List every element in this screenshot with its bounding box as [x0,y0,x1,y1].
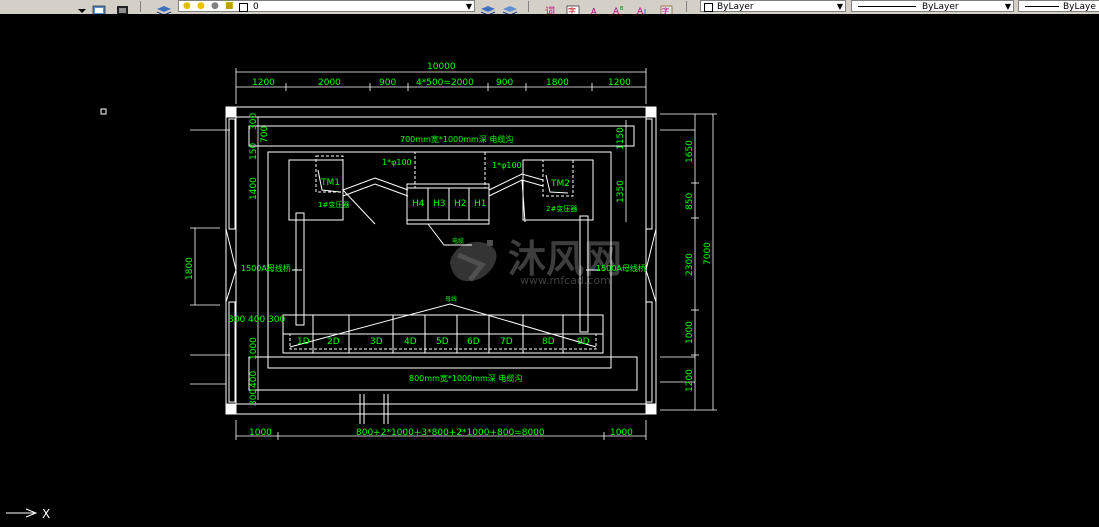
cable-right-label: 1*φ100 [492,161,522,170]
layer-states-icon[interactable] [116,1,128,15]
dim-left-300-400-300: 300 400 300 [228,315,286,325]
properties-toolbar: ● ● ● ■ 0 ▼ 词 字 A AB AI 字 ByLayer ▼ ByLa… [0,0,1099,18]
dim-bottom-8000: 800+2*1000+3*800+2*1000+800=8000 [356,428,545,438]
dim-inner-1150: 1150 [616,127,626,150]
tm2-label: TM2 [550,179,570,189]
dim-top-900b: 900 [496,78,513,88]
h-cabinet-h4: H4 [412,199,425,209]
layer-previous-icon[interactable] [480,1,496,16]
dim-right-7000: 7000 [703,242,713,265]
color-swatch-icon [704,3,713,12]
dim-top-total: 10000 [427,62,456,72]
dim-left-1400: 1400 [249,177,259,200]
busbar-right-label: 1500A母线桥 [596,263,646,273]
dim-top-900a: 900 [379,78,396,88]
d-cabinet-label: 3D [370,337,383,347]
linetype-value: ByLayer [922,2,959,12]
dim-bottom-1000a: 1000 [249,428,272,438]
current-layer-name: 0 [253,2,259,12]
d-cabinet-label: 9D [577,337,590,347]
chevron-down-icon[interactable]: ▼ [1005,3,1011,11]
dim-right-1650: 1650 [685,140,695,163]
lineweight-value: ByLaye [1063,2,1096,12]
busway-label: 母线 [445,295,457,303]
h-cabinet-h1: H1 [474,199,487,209]
toolbar-arrow-icon[interactable] [76,1,88,13]
dimension-style-icon[interactable]: 字 [566,1,580,16]
d-cabinet-label: 8D [542,337,555,347]
dim-right-850: 850 [685,193,695,210]
table-style-icon[interactable]: A [590,1,602,16]
d-cabinet-label: 7D [500,337,513,347]
sun-icon[interactable]: ● [197,1,205,11]
d-cabinet-label: 4D [404,337,417,347]
dim-right-1000: 1000 [685,321,695,344]
busbar-left-label: 1500A母线桥 [241,263,291,273]
chevron-down-icon[interactable]: ▼ [837,3,843,11]
cable-left-label: 1*φ100 [382,158,412,167]
d-cabinet-label: 2D [327,337,340,347]
dim-left-400: 400 [249,371,259,388]
dim-left-1000: 1000 [249,337,259,360]
svg-text:B: B [620,6,624,12]
dim-left-150: 150 [249,143,259,160]
cable-label: 电缆 [452,237,464,245]
multiline-text-icon[interactable]: AB [612,1,624,17]
top-trench-label: 700mm宽*1000mm深 电缆沟 [400,134,513,144]
bottom-trench-label: 800mm宽*1000mm深 电缆沟 [409,373,522,383]
dim-left-300b: 300 [249,389,259,406]
color-value: ByLayer [717,2,754,12]
linetype-preview [858,6,916,7]
tm2-sub-label: 2#变压器 [546,204,577,213]
toolbar-separator [528,1,529,12]
layer-dropdown[interactable]: ● ● ● ■ 0 ▼ [178,0,475,12]
ucs-x-label: X [42,507,50,521]
watermark: 沐风网 www.mfcad.com [450,237,622,287]
layer-stack-icon[interactable] [156,1,172,16]
lineweight-dropdown[interactable]: ByLaye [1018,0,1099,12]
color-dropdown[interactable]: ByLayer ▼ [700,0,846,12]
lock-icon[interactable]: ■ [225,1,234,11]
dim-top-1200a: 1200 [252,78,275,88]
h-cabinet-h3: H3 [433,199,446,209]
dim-left-300: 300 [249,113,259,130]
dim-top-4x500: 4*500=2000 [416,78,474,88]
color-swatch-icon[interactable] [239,3,248,12]
tm1-label: TM1 [320,178,340,188]
dim-left-1800: 1800 [185,257,195,280]
h-cabinet-h2: H2 [454,199,467,209]
tm1-sub-label: 1#变压器 [318,200,349,209]
text-style-icon[interactable]: 词 [544,1,556,18]
layer-manager-icon[interactable] [92,1,106,16]
dim-top-2000: 2000 [318,78,341,88]
watermark-url-text: www.mfcad.com [520,274,611,287]
d-cabinet-label: 6D [467,337,480,347]
d-cabinet-label: 1D [297,337,310,347]
d-cabinet-label: 5D [436,337,449,347]
ucs-icon: X [4,503,64,527]
dim-right-1200: 1200 [685,369,695,392]
drawing-canvas[interactable]: 沐风网 www.mfcad.com TM1 1#变压器 TM2 2#变压器 H4… [0,14,1099,525]
toolbar-separator [686,1,687,12]
dim-top-1800: 1800 [546,78,569,88]
lineweight-preview [1025,6,1059,7]
multileader-style-icon[interactable]: 字 [660,1,673,16]
lightbulb-icon[interactable]: ● [183,1,191,11]
dim-top-1200b: 1200 [608,78,631,88]
text-edit-icon[interactable]: AI [636,1,648,17]
layer-isolate-icon[interactable] [502,1,518,16]
toolbar-separator [140,1,141,12]
freeze-icon[interactable]: ● [211,1,219,11]
dim-right-2300: 2300 [685,253,695,276]
chevron-down-icon[interactable]: ▼ [466,3,472,11]
dim-inner-1350: 1350 [616,180,626,203]
dim-left-700: 700 [260,126,270,143]
linetype-dropdown[interactable]: ByLayer ▼ [851,0,1014,12]
dim-bottom-1000b: 1000 [610,428,633,438]
